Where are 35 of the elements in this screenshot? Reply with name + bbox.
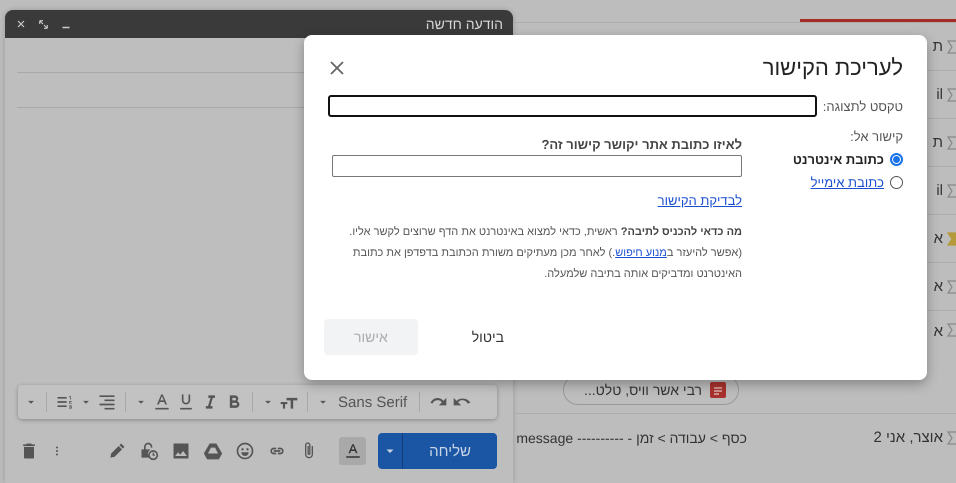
pdf-file-icon <box>710 382 726 398</box>
sender-name: אוצר, אני 2 <box>873 429 943 446</box>
formatting-toggle[interactable] <box>339 437 366 465</box>
field-label: טקסט לתצוגה: <box>822 98 903 114</box>
sender-name: il <box>936 182 943 199</box>
sender-name: ת <box>932 38 943 55</box>
sender-name: א <box>934 323 943 340</box>
search-engine-link[interactable]: מנוע חיפוש <box>615 247 667 259</box>
window-title: הודעה חדשה <box>426 16 503 32</box>
sender-name: il <box>936 86 943 103</box>
radio-label[interactable]: כתובת אימייל <box>810 175 884 190</box>
attachment-name: רבי אשר וויס, טלט... <box>584 382 702 398</box>
send-button[interactable]: שליחה <box>378 433 497 469</box>
lock-clock-icon[interactable] <box>139 441 160 461</box>
radio-label[interactable]: כתובת אינטרנט <box>792 152 884 167</box>
url-question: לאיזו כתובת אתר יקושר קישור זה? <box>540 137 742 152</box>
url-field[interactable] <box>332 155 742 177</box>
sender-name: א <box>934 278 943 295</box>
emoji-icon[interactable] <box>235 441 256 461</box>
message-subject: כסף > עבודה > זמן - ---------- message <box>516 430 747 446</box>
radio-button[interactable] <box>890 176 903 189</box>
display-text-field[interactable] <box>328 95 817 117</box>
image-icon[interactable] <box>171 441 192 461</box>
help-text: מה כדאי להכניס לתיבה? ראשית, כדאי למצוא באינטרנט את הדף שרוצים לקשר אליו. (אפשר להיעזר במנוע חיפוש.) לאחר מכן מעתיקים משורת הכתובת בדפדפן את כתובת האינטרנט ומדביקים אותה בתיבה שלמעלה. <box>348 225 742 282</box>
font-dropdown[interactable]: Sans Serif <box>338 394 408 410</box>
dialog-title: לעריכת הקישור <box>762 55 903 81</box>
link-to-label: קישור אל: <box>849 129 903 144</box>
radio-button[interactable] <box>890 153 903 166</box>
cancel-button[interactable]: ביטול <box>442 319 534 355</box>
sender-name: א <box>934 230 943 247</box>
test-link[interactable]: לבדיקת הקישור <box>658 193 742 208</box>
expand-icon[interactable] <box>37 18 50 30</box>
close-icon[interactable] <box>328 59 346 77</box>
close-icon[interactable] <box>15 18 27 30</box>
sender-name: ת <box>932 134 943 151</box>
